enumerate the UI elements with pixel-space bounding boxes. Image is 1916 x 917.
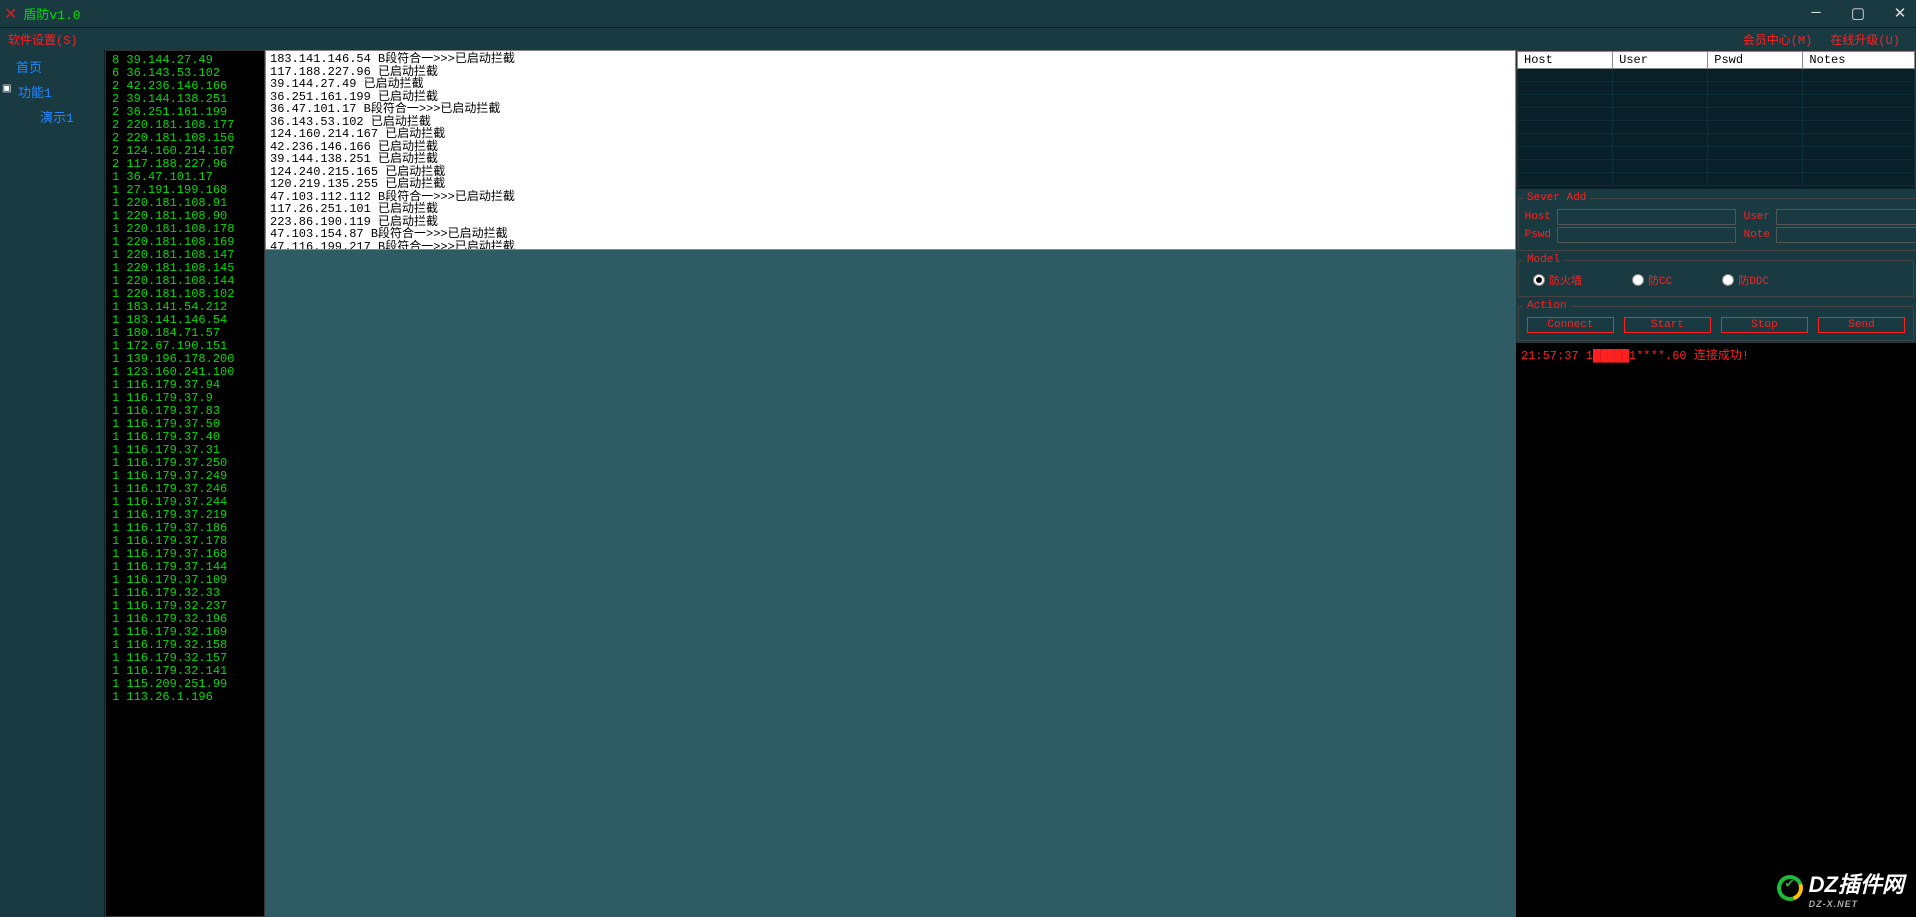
radio-cc[interactable]: 防CC [1632,272,1672,288]
log-line: 39.144.138.251 已启动拦截 [270,153,1511,166]
log-line: 39.144.27.49 已启动拦截 [270,78,1511,91]
th-host[interactable]: Host [1518,52,1613,69]
log-line: 124.160.214.167 已启动拦截 [270,128,1511,141]
titlebar: ✕ 盾防v1.0 ─ ▢ ✕ [0,0,1916,28]
watermark-text: DZ插件网 DZ-X.NET [1809,867,1904,909]
action-group: Action Connect Start Stop Send [1518,300,1914,341]
log-line: 124.240.215.165 已启动拦截 [270,166,1511,179]
log-line: 120.219.135.255 已启动拦截 [270,178,1511,191]
minimize-button[interactable]: ─ [1804,5,1828,22]
nav-demo1[interactable]: 演示1 [0,104,104,129]
server-add-group: Sever Add Host User Load Pswd Note Add [1518,192,1916,251]
menu-upgrade[interactable]: 在线升级(U) [1830,31,1900,48]
log-line: 36.143.53.102 已启动拦截 [270,116,1511,129]
log-line: 47.103.112.112 B段符合一>>>已启动拦截 [270,191,1511,204]
stop-button[interactable]: Stop [1721,317,1808,333]
log-panel[interactable]: 183.141.146.54 B段符合一>>>已启动拦截117.188.227.… [265,50,1516,250]
log-line: 36.47.101.17 B段符合一>>>已启动拦截 [270,103,1511,116]
radio-firewall[interactable]: 防火墙 [1533,272,1582,288]
th-notes[interactable]: Notes [1803,52,1915,69]
table-row[interactable] [1518,82,1915,95]
label-note: Note [1742,229,1770,241]
logo-icon: ✕ [4,4,17,24]
action-legend: Action [1523,300,1571,312]
th-user[interactable]: User [1613,52,1708,69]
nav-home[interactable]: 首页 [0,54,104,79]
table-row[interactable] [1518,134,1915,147]
label-pswd: Pswd [1523,229,1551,241]
log-line: 117.188.227.96 已启动拦截 [270,66,1511,79]
table-row[interactable] [1518,147,1915,160]
log-line: 42.236.146.166 已启动拦截 [270,141,1511,154]
connect-button[interactable]: Connect [1527,317,1614,333]
radio-ddc[interactable]: 防DDC [1722,272,1769,288]
table-row[interactable] [1518,160,1915,173]
close-button[interactable]: ✕ [1888,4,1912,23]
label-user: User [1742,211,1770,223]
ip-list-panel[interactable]: 8 39.144.27.496 36.143.53.1022 42.236.14… [105,50,265,917]
table-row[interactable] [1518,173,1915,186]
model-legend: Model [1523,254,1564,266]
menu-member[interactable]: 会员中心(M) [1743,31,1813,48]
start-button[interactable]: Start [1624,317,1711,333]
table-row[interactable] [1518,121,1915,134]
input-pswd[interactable] [1557,227,1736,243]
log-line: 47.116.199.217 B段符合一>>>已启动拦截 [270,241,1511,251]
menu-settings[interactable]: 软件设置(S) [8,31,78,48]
empty-area [265,250,1516,917]
menubar: 软件设置(S) 会员中心(M) 在线升级(U) [0,28,1916,50]
table-row[interactable] [1518,69,1915,82]
nav-func1[interactable]: 功能1 [0,79,104,104]
ip-entry[interactable]: 1 113.26.1.196 [112,691,264,704]
model-group: Model 防火墙 防CC 防DDC [1518,254,1914,297]
input-note[interactable] [1776,227,1916,243]
log-line: 47.103.154.87 B段符合一>>>已启动拦截 [270,228,1511,241]
server-table[interactable]: Host User Pswd Notes [1516,50,1916,190]
table-row[interactable] [1518,95,1915,108]
log-line: 183.141.146.54 B段符合一>>>已启动拦截 [270,53,1511,66]
log-line: 117.26.251.101 已启动拦截 [270,203,1511,216]
server-add-legend: Sever Add [1523,192,1590,204]
label-host: Host [1523,211,1551,223]
input-host[interactable] [1557,209,1736,225]
input-user[interactable] [1776,209,1916,225]
th-pswd[interactable]: Pswd [1708,52,1803,69]
console-output[interactable]: 21:57:37 1█████1****.60 连接成功! [1516,343,1916,917]
sidebar: 首页 功能1 演示1 [0,50,105,917]
send-button[interactable]: Send [1818,317,1905,333]
watermark-icon [1772,871,1807,906]
watermark: DZ插件网 DZ-X.NET [1777,867,1904,909]
app-title: 盾防v1.0 [23,4,80,23]
maximize-button[interactable]: ▢ [1846,4,1870,23]
table-row[interactable] [1518,108,1915,121]
